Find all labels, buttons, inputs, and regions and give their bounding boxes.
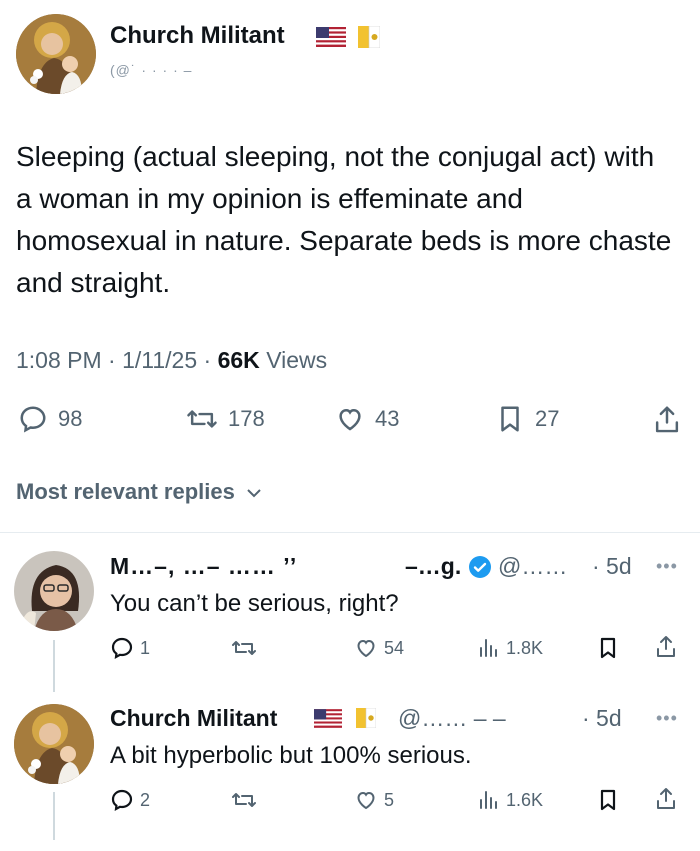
replies-sort-label: Most relevant replies xyxy=(16,479,235,504)
vatican-flag-icon xyxy=(356,707,377,733)
us-flag-icon xyxy=(316,27,346,52)
bookmark-icon xyxy=(501,406,519,432)
analytics-icon xyxy=(480,639,497,657)
repost-count: 178 xyxy=(228,406,265,431)
like-count: 43 xyxy=(375,406,400,431)
reply-reply-button[interactable]: 2 xyxy=(110,788,150,812)
section-divider xyxy=(0,532,700,533)
author-handle[interactable]: (@˙ · · · · – xyxy=(110,62,192,78)
reply-text: A bit hyperbolic but 100% serious. xyxy=(110,742,472,769)
more-options-icon[interactable]: ••• xyxy=(656,708,678,729)
reply-views-button[interactable]: 1.6K xyxy=(476,788,543,812)
reply-author-name[interactable]: M…–, …– …… ’’ xyxy=(110,553,297,580)
tweet-meta: 1:08 PM · 1/11/25 · 66K Views xyxy=(16,347,327,374)
like-button[interactable]: 43 xyxy=(335,404,399,434)
reply-count: 98 xyxy=(58,406,83,431)
share-icon xyxy=(657,636,675,657)
verified-badge-icon xyxy=(468,555,492,584)
reply-views-button[interactable]: 1.8K xyxy=(476,636,543,660)
reply-repost-button[interactable] xyxy=(230,636,258,660)
repost-button[interactable]: 178 xyxy=(186,404,265,434)
repost-icon xyxy=(187,410,217,428)
reply-text: You can’t be serious, right? xyxy=(110,590,399,617)
meta-separator: · xyxy=(108,347,123,373)
views-label: Views xyxy=(266,347,328,373)
bookmark-icon xyxy=(600,637,616,659)
reply-button[interactable]: 98 xyxy=(18,404,82,434)
reply-like-button[interactable]: 54 xyxy=(354,636,404,660)
author-name[interactable]: Church Militant xyxy=(110,22,285,50)
woman-profile-photo xyxy=(14,551,94,631)
reply-views-count: 1.6K xyxy=(506,789,544,810)
heart-icon xyxy=(339,408,361,431)
more-options-icon[interactable]: ••• xyxy=(656,556,678,577)
reply-share-button[interactable] xyxy=(654,786,678,812)
saint-portrait-image xyxy=(14,704,94,784)
vatican-flag-icon xyxy=(358,25,381,53)
us-flag-icon xyxy=(314,709,342,733)
reply-like-count: 54 xyxy=(384,637,405,658)
reply-handle[interactable]: @…… – – xyxy=(398,705,506,732)
repost-icon xyxy=(232,793,256,807)
analytics-icon xyxy=(480,791,497,809)
reply-icon xyxy=(111,637,133,659)
reply-share-button[interactable] xyxy=(654,634,678,660)
author-avatar[interactable] xyxy=(16,14,96,94)
reply-repost-button[interactable] xyxy=(230,788,258,812)
reply-like-count: 5 xyxy=(384,789,395,810)
reply-avatar[interactable] xyxy=(14,551,94,631)
reply-handle[interactable]: @…… xyxy=(498,553,567,580)
replies-sort-dropdown[interactable]: Most relevant replies xyxy=(16,479,263,505)
reply-reply-count: 1 xyxy=(140,637,151,658)
heart-icon xyxy=(357,639,375,658)
share-icon xyxy=(655,406,679,433)
repost-icon xyxy=(232,641,256,655)
tweet-time[interactable]: 1:08 PM xyxy=(16,347,102,373)
meta-separator: · xyxy=(203,347,218,373)
reply-bookmark-button[interactable] xyxy=(596,636,620,660)
bookmark-count: 27 xyxy=(535,406,560,431)
thread-connector xyxy=(53,792,55,840)
reply-author-obscured: M…–, …– …… ’’ xyxy=(110,553,298,579)
reply-age[interactable]: · 5d xyxy=(582,705,622,732)
reply-avatar[interactable] xyxy=(14,704,94,784)
share-icon xyxy=(657,788,675,809)
tweet-text: Sleeping (actual sleeping, not the conju… xyxy=(16,141,672,298)
reply-age[interactable]: · 5d xyxy=(592,553,632,580)
tweet-date[interactable]: 1/11/25 xyxy=(122,347,197,373)
reply-icon xyxy=(111,789,133,811)
chevron-down-icon xyxy=(247,489,261,498)
bookmark-icon xyxy=(600,789,616,811)
thread-connector xyxy=(53,640,55,692)
heart-icon xyxy=(357,791,375,810)
views-count: 66K xyxy=(217,347,260,373)
reply-icon xyxy=(20,406,46,433)
bookmark-button[interactable]: 27 xyxy=(495,404,559,434)
reply-reply-button[interactable]: 1 xyxy=(110,636,150,660)
reply-author-tail: –…g. xyxy=(405,553,462,579)
share-button[interactable] xyxy=(652,404,682,436)
reply-views-count: 1.8K xyxy=(506,637,544,658)
reply-reply-count: 2 xyxy=(140,789,151,810)
reply-bookmark-button[interactable] xyxy=(596,788,620,812)
reply-like-button[interactable]: 5 xyxy=(354,788,394,812)
saint-portrait-image xyxy=(16,14,96,94)
reply-author-name[interactable]: Church Militant xyxy=(110,705,277,732)
